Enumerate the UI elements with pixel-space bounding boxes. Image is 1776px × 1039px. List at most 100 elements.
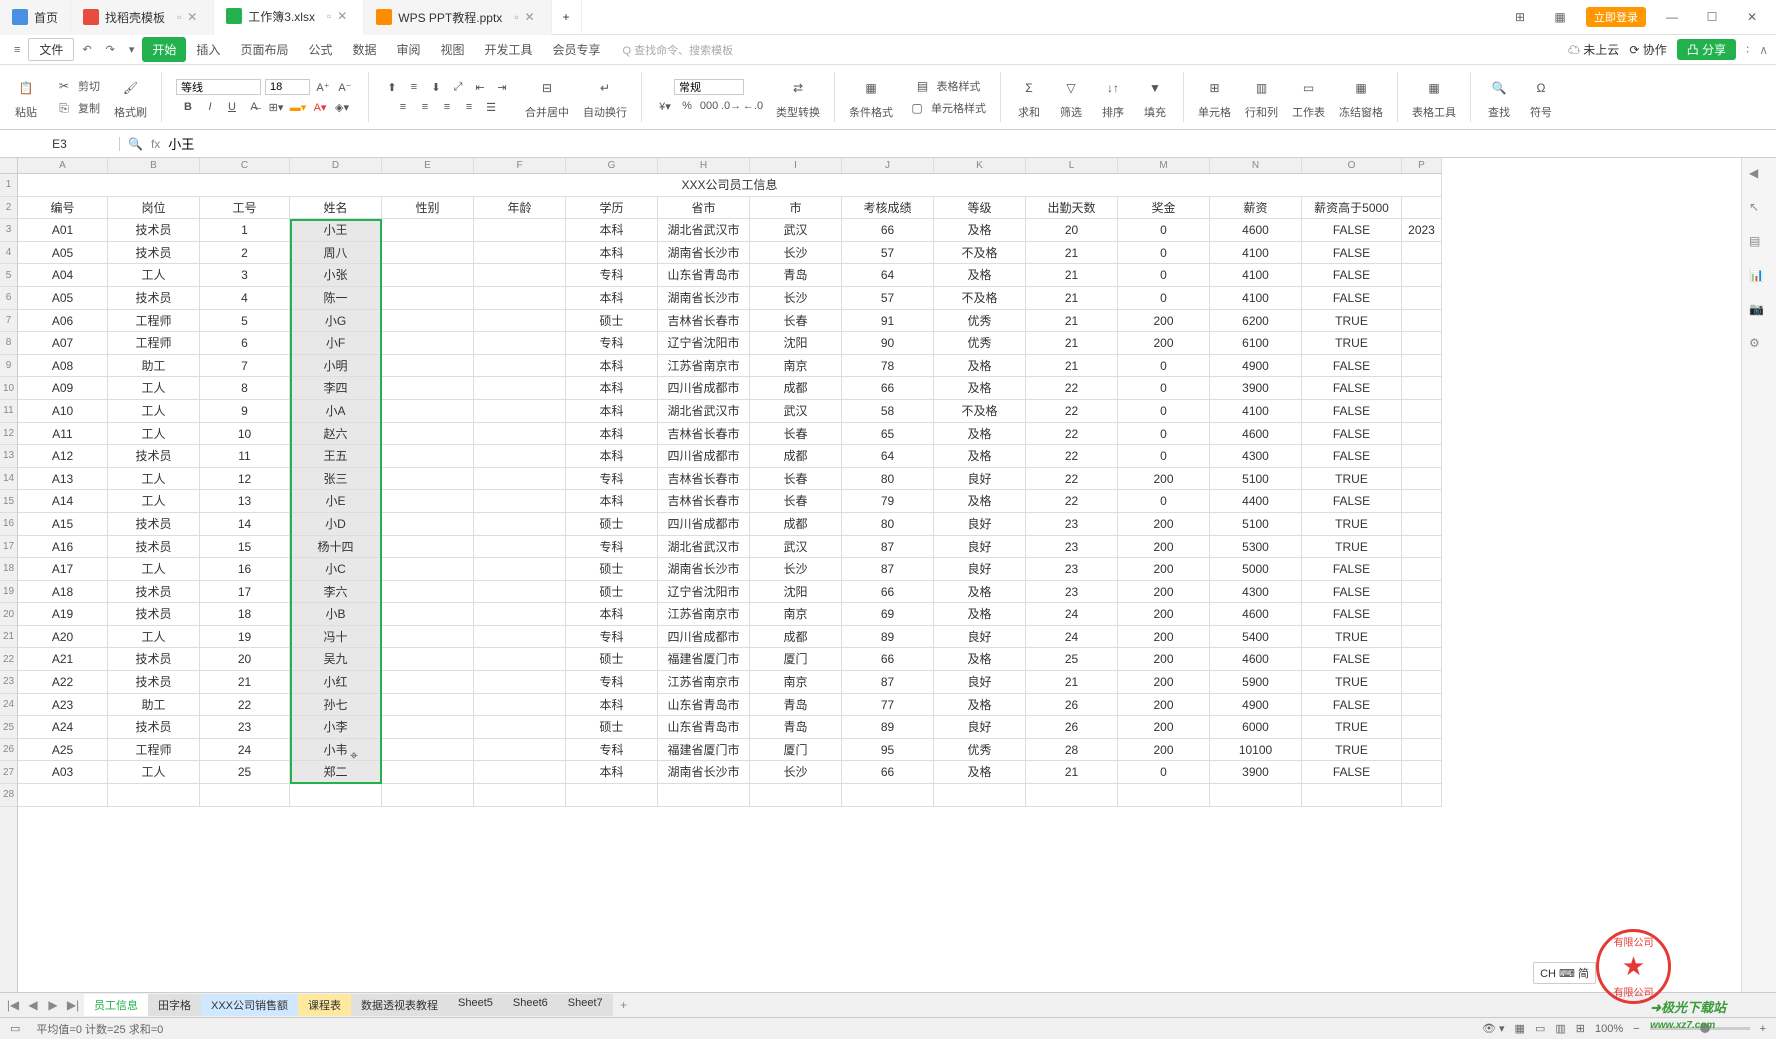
collaborate-button[interactable]: ⟳ 协作 — [1629, 41, 1666, 58]
data-cell[interactable]: 吉林省长春市 — [658, 423, 750, 446]
data-cell[interactable]: 6100 — [1210, 332, 1302, 355]
format-painter[interactable]: 🖌 格式刷 — [110, 74, 151, 120]
data-cell[interactable]: 小李 — [290, 716, 382, 739]
bold-button[interactable]: B — [179, 98, 197, 116]
data-cell[interactable]: 5400 — [1210, 626, 1302, 649]
tab-menu-icon[interactable]: ▫ — [327, 9, 331, 23]
data-cell[interactable]: 89 — [842, 716, 934, 739]
data-cell[interactable] — [1402, 558, 1442, 581]
empty-cell[interactable] — [1210, 784, 1302, 807]
side-settings-icon[interactable]: ⚙ — [1749, 336, 1769, 356]
sheet-tab[interactable]: Sheet6 — [503, 994, 558, 1016]
zoom-value[interactable]: 100% — [1595, 1023, 1623, 1035]
data-cell[interactable]: A19 — [18, 603, 108, 626]
sheet-add-icon[interactable]: + — [615, 998, 633, 1012]
data-cell[interactable]: 工人 — [108, 400, 200, 423]
row-header[interactable]: 25 — [0, 716, 17, 739]
data-cell[interactable]: 22 — [1026, 445, 1118, 468]
data-cell[interactable]: 0 — [1118, 400, 1210, 423]
data-cell[interactable]: 长春 — [750, 310, 842, 333]
data-cell[interactable]: 21 — [1026, 671, 1118, 694]
data-cell[interactable]: 湖北省武汉市 — [658, 536, 750, 559]
data-cell[interactable]: A18 — [18, 581, 108, 604]
data-cell[interactable]: 10 — [200, 423, 290, 446]
data-cell[interactable]: TRUE — [1302, 671, 1402, 694]
data-cell[interactable] — [474, 513, 566, 536]
grid-icon[interactable]: ▦ — [1546, 3, 1574, 31]
data-cell[interactable]: 小F — [290, 332, 382, 355]
data-cell[interactable] — [474, 671, 566, 694]
data-cell[interactable]: 良好 — [934, 468, 1026, 491]
data-cell[interactable] — [474, 558, 566, 581]
data-cell[interactable]: 及格 — [934, 219, 1026, 242]
data-cell[interactable] — [1402, 603, 1442, 626]
data-cell[interactable]: A14 — [18, 490, 108, 513]
row-header[interactable]: 7 — [0, 310, 17, 333]
data-cell[interactable]: 5000 — [1210, 558, 1302, 581]
data-cell[interactable]: 及格 — [934, 490, 1026, 513]
paste-group[interactable]: 📋 粘贴 — [8, 74, 44, 120]
data-cell[interactable] — [382, 739, 474, 762]
data-cell[interactable]: 3 — [200, 264, 290, 287]
data-cell[interactable] — [474, 445, 566, 468]
command-search[interactable]: Q 查找命令、搜索模板 — [623, 42, 734, 58]
empty-cell[interactable] — [18, 784, 108, 807]
data-cell[interactable]: 200 — [1118, 558, 1210, 581]
data-cell[interactable] — [1402, 423, 1442, 446]
data-cell[interactable]: 湖南省长沙市 — [658, 558, 750, 581]
data-cell[interactable] — [1402, 377, 1442, 400]
fill-color-button[interactable]: ▬▾ — [289, 98, 307, 116]
select-all-corner[interactable] — [0, 158, 18, 174]
data-cell[interactable] — [382, 558, 474, 581]
data-cell[interactable]: 69 — [842, 603, 934, 626]
data-cell[interactable] — [474, 377, 566, 400]
column-headers[interactable]: ABCDEFGHIJKLMNOP — [18, 158, 1442, 174]
sheet-tab[interactable]: Sheet5 — [448, 994, 503, 1016]
data-cell[interactable]: 4100 — [1210, 400, 1302, 423]
data-cell[interactable]: 工人 — [108, 558, 200, 581]
side-style-icon[interactable]: ▤ — [1749, 234, 1769, 254]
data-cell[interactable]: 硕士 — [566, 513, 658, 536]
data-cell[interactable]: 南京 — [750, 603, 842, 626]
data-cell[interactable] — [1402, 761, 1442, 784]
data-cell[interactable]: 11 — [200, 445, 290, 468]
data-cell[interactable]: 青岛 — [750, 694, 842, 717]
header-cell[interactable]: 等级 — [934, 197, 1026, 220]
data-cell[interactable]: TRUE — [1302, 536, 1402, 559]
login-button[interactable]: 立即登录 — [1586, 7, 1646, 27]
close-icon[interactable]: ✕ — [525, 10, 539, 24]
data-cell[interactable]: 武汉 — [750, 400, 842, 423]
data-cell[interactable]: 22 — [1026, 490, 1118, 513]
data-cell[interactable]: 成都 — [750, 445, 842, 468]
data-cell[interactable]: 厦门 — [750, 739, 842, 762]
menu-back-icon[interactable]: ↶ — [76, 40, 97, 59]
data-cell[interactable] — [382, 377, 474, 400]
empty-cell[interactable] — [1118, 784, 1210, 807]
data-cell[interactable]: 技术员 — [108, 671, 200, 694]
column-header[interactable]: N — [1210, 158, 1302, 173]
border-button[interactable]: ⊞▾ — [267, 98, 285, 116]
menu-tab[interactable]: 数据 — [342, 37, 386, 62]
data-cell[interactable]: 吉林省长春市 — [658, 310, 750, 333]
grid-cells[interactable]: XXX公司员工信息编号岗位工号姓名性别年龄学历省市市考核成绩等级出勤天数奖金薪资… — [18, 174, 1741, 992]
data-cell[interactable]: 21 — [1026, 332, 1118, 355]
data-cell[interactable]: TRUE — [1302, 468, 1402, 491]
distribute-icon[interactable]: ☰ — [482, 98, 500, 116]
comma-icon[interactable]: 000 — [700, 97, 718, 115]
column-header[interactable]: B — [108, 158, 200, 173]
data-cell[interactable]: 小B — [290, 603, 382, 626]
data-cell[interactable]: 87 — [842, 558, 934, 581]
column-header[interactable]: P — [1402, 158, 1442, 173]
data-cell[interactable]: 专科 — [566, 536, 658, 559]
cellstyle-icon[interactable]: ▢ — [907, 98, 927, 118]
share-button[interactable]: 凸 分享 — [1677, 39, 1736, 60]
data-cell[interactable]: 8 — [200, 377, 290, 400]
column-header[interactable]: G — [566, 158, 658, 173]
data-cell[interactable] — [382, 332, 474, 355]
data-cell[interactable] — [382, 355, 474, 378]
data-cell[interactable]: TRUE — [1302, 513, 1402, 536]
sum[interactable]: Σ求和 — [1011, 74, 1047, 120]
header-cell[interactable]: 薪资高于5000 — [1302, 197, 1402, 220]
status-normal-view-icon[interactable]: ▭ — [1535, 1022, 1545, 1035]
data-cell[interactable]: 200 — [1118, 603, 1210, 626]
